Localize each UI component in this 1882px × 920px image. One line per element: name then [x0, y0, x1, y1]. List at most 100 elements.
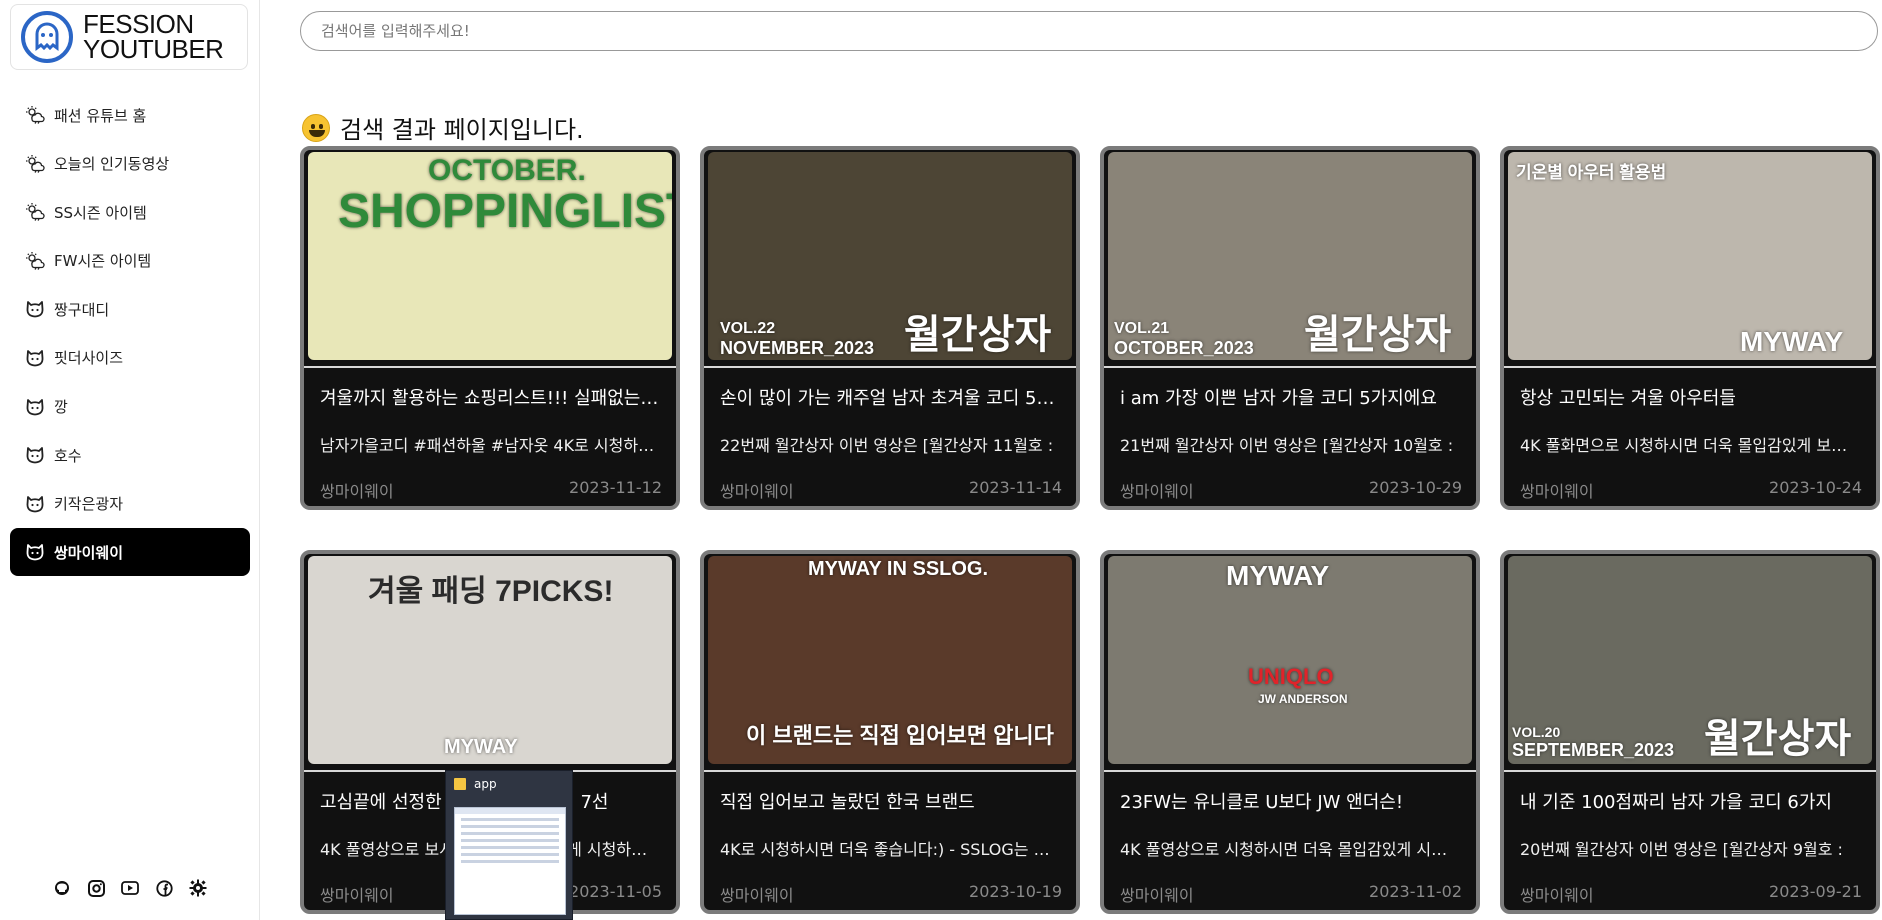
instagram-icon[interactable] — [86, 878, 106, 898]
settings-icon[interactable] — [188, 878, 208, 898]
preview-title: app — [454, 777, 497, 791]
video-title[interactable]: 내 기준 100점짜리 남자 가을 코디 6가지 — [1520, 788, 1860, 814]
video-title[interactable]: 겨울까지 활용하는 쇼핑리스트!!! 실패없는 가을 겨울 아이템 — [320, 384, 660, 410]
video-card[interactable]: VOL.20 SEPTEMBER_2023 월간상자내 기준 100점짜리 남자 가… — [1500, 550, 1880, 914]
page-title: 검색 결과 페이지입니다. — [340, 116, 584, 144]
video-description: 21번째 월간상자 이번 영상은 [월간상자 10월호 : — [1120, 436, 1454, 455]
video-card[interactable]: VOL.21 OCTOBER_2023 월간상자 i am 가장 이쁜 남자 가을 코… — [1100, 146, 1480, 510]
card-divider — [1504, 366, 1876, 368]
cat-icon — [24, 396, 46, 418]
channel-name[interactable]: 쌍마이웨이 — [720, 478, 794, 502]
cat-icon — [24, 347, 46, 369]
footer-icons — [52, 878, 208, 898]
channel-name[interactable]: 쌍마이웨이 — [1520, 882, 1594, 906]
weather-icon — [24, 104, 46, 126]
upload-date: 2023-09-21 — [1769, 882, 1862, 901]
video-title[interactable]: 손이 많이 가는 캐주얼 남자 초겨울 코디 5가지 — [720, 384, 1060, 410]
sidebar-item-label: 핏더사이즈 — [54, 349, 124, 368]
preview-label: app — [474, 777, 497, 791]
video-description: 4K 풀영상으로 시청하시면 더욱 몰입감있게 시청하실 수 있습니다 — [1120, 840, 1460, 859]
video-thumbnail[interactable]: OCTOBER.SHOPPINGLIST! — [308, 152, 672, 360]
ghost-logo-icon — [21, 11, 73, 63]
sidebar-item-label: 패션 유튜브 홈 — [54, 106, 147, 125]
sidebar-item-5[interactable]: 짱구대디 — [10, 285, 250, 333]
thumbnail-caption: 월간상자 — [1704, 717, 1852, 761]
video-card[interactable]: MYWAY IN SSLOG. 이 브랜드는 직접 입어보면 압니다직접 입어보고… — [700, 550, 1080, 914]
thumbnail-caption: OCTOBER_2023 — [1114, 338, 1254, 358]
sidebar-item-label: FW시즌 아이템 — [54, 252, 152, 271]
thumbnail-caption: MYWAY — [1226, 560, 1330, 591]
upload-date: 2023-10-24 — [1769, 478, 1862, 497]
video-thumbnail[interactable]: VOL.20 SEPTEMBER_2023 월간상자 — [1508, 556, 1872, 764]
video-thumbnail[interactable]: VOL.22 NOVEMBER_2023 월간상자 — [708, 152, 1072, 360]
sidebar-item-8[interactable]: 호수 — [10, 431, 250, 479]
video-description: 20번째 월간상자 이번 영상은 [월간상자 9월호 : — [1520, 840, 1843, 859]
weather-icon — [24, 201, 46, 223]
github-icon[interactable] — [52, 878, 72, 898]
video-thumbnail[interactable]: MYWAY IN SSLOG. 이 브랜드는 직접 입어보면 압니다 — [708, 556, 1072, 764]
sidebar-item-9[interactable]: 키작은광자 — [10, 480, 250, 528]
sidebar-item-label: 쌍마이웨이 — [54, 543, 124, 562]
video-thumbnail[interactable]: 기온별 아우터 활용법 MYWAY — [1508, 152, 1872, 360]
channel-name[interactable]: 쌍마이웨이 — [720, 882, 794, 906]
thumbnail-caption: OCTOBER. — [428, 154, 586, 187]
sidebar-item-10[interactable]: 쌍마이웨이 — [10, 528, 250, 577]
sidebar-item-2[interactable]: 오늘의 인기동영상 — [10, 140, 250, 188]
cat-icon — [24, 298, 46, 320]
upload-date: 2023-11-14 — [969, 478, 1062, 497]
sidebar-item-4[interactable]: FW시즌 아이템 — [10, 237, 250, 285]
video-title[interactable]: 23FW는 유니클로 U보다 JW 앤더슨! — [1120, 788, 1460, 814]
logo-line2: YOUTUBER — [83, 34, 224, 64]
sidebar: FESSION YOUTUBER 패션 유튜브 홈오늘의 인기동영상 SS시즌 아… — [0, 0, 260, 920]
youtube-icon[interactable] — [120, 878, 140, 898]
sidebar-item-3[interactable]: SS시즌 아이템 — [10, 188, 250, 236]
video-description: 4K로 시청하시면 더욱 좋습니다:) - SSLOG는 브랜드 — [720, 840, 1060, 859]
card-divider — [704, 770, 1076, 772]
sidebar-nav: 패션 유튜브 홈오늘의 인기동영상 SS시즌 아이템 FW시즌 아이템짱구대디핏더사… — [10, 91, 250, 577]
video-card[interactable]: OCTOBER.SHOPPINGLIST! 겨울까지 활용하는 쇼핑리스트!!! … — [300, 146, 680, 510]
video-title[interactable]: i am 가장 이쁜 남자 가을 코디 5가지에요 — [1120, 384, 1460, 410]
channel-name[interactable]: 쌍마이웨이 — [320, 478, 394, 502]
sidebar-item-6[interactable]: 핏더사이즈 — [10, 334, 250, 382]
smile-emoji-icon — [302, 113, 330, 142]
upload-date: 2023-10-19 — [969, 882, 1062, 901]
sidebar-item-label: SS시즌 아이템 — [54, 203, 147, 222]
channel-name[interactable]: 쌍마이웨이 — [320, 882, 394, 906]
thumbnail-caption: MYWAY — [1740, 326, 1844, 357]
upload-date: 2023-11-12 — [569, 478, 662, 497]
thumbnail-caption: UNIQLO — [1248, 664, 1334, 689]
channel-name[interactable]: 쌍마이웨이 — [1520, 478, 1594, 502]
cat-icon — [24, 444, 46, 466]
video-title[interactable]: 직접 입어보고 놀랐던 한국 브랜드 — [720, 788, 1060, 814]
cat-icon — [24, 493, 46, 515]
sidebar-item-1[interactable]: 패션 유튜브 홈 — [10, 91, 250, 139]
sidebar-item-label: 오늘의 인기동영상 — [54, 155, 170, 174]
video-card[interactable]: MYWAY UNIQLO JW ANDERSON 23FW는 유니클로 U보다 JW … — [1100, 550, 1480, 914]
cat-icon — [24, 541, 46, 563]
thumbnail-caption: MYWAY — [444, 736, 518, 758]
facebook-icon[interactable] — [154, 878, 174, 898]
logo-text: FESSION YOUTUBER — [83, 11, 224, 64]
video-thumbnail[interactable]: MYWAY UNIQLO JW ANDERSON — [1108, 556, 1472, 764]
card-divider — [1104, 770, 1476, 772]
taskbar-window-preview[interactable]: app — [445, 770, 573, 920]
sidebar-item-7[interactable]: 깡 — [10, 383, 250, 431]
thumbnail-caption: 기온별 아우터 활용법 — [1516, 163, 1667, 182]
thumbnail-caption: VOL.21 — [1114, 320, 1170, 337]
video-thumbnail[interactable]: VOL.21 OCTOBER_2023 월간상자 — [1108, 152, 1472, 360]
channel-name[interactable]: 쌍마이웨이 — [1120, 478, 1194, 502]
video-card[interactable]: VOL.22 NOVEMBER_2023 월간상자손이 많이 가는 캐주얼 남자 초… — [700, 146, 1080, 510]
video-description: 22번째 월간상자 이번 영상은 [월간상자 11월호 : — [720, 436, 1054, 455]
channel-name[interactable]: 쌍마이웨이 — [1120, 882, 1194, 906]
upload-date: 2023-11-02 — [1369, 882, 1462, 901]
thumbnail-caption: 월간상자 — [904, 313, 1052, 357]
folder-icon — [454, 778, 466, 790]
logo[interactable]: FESSION YOUTUBER — [10, 4, 248, 70]
thumbnail-caption: JW ANDERSON — [1258, 692, 1348, 706]
video-title[interactable]: 항상 고민되는 겨울 아우터들 — [1520, 384, 1860, 410]
video-card[interactable]: 기온별 아우터 활용법 MYWAY 항상 고민되는 겨울 아우터들 4K 풀화면으로 … — [1500, 146, 1880, 510]
search-input[interactable] — [300, 11, 1878, 51]
thumbnail-caption: MYWAY IN SSLOG. — [808, 558, 989, 580]
video-thumbnail[interactable]: 겨울 패딩 7PICKS! MYWAY — [308, 556, 672, 764]
sidebar-item-label: 짱구대디 — [54, 300, 110, 319]
